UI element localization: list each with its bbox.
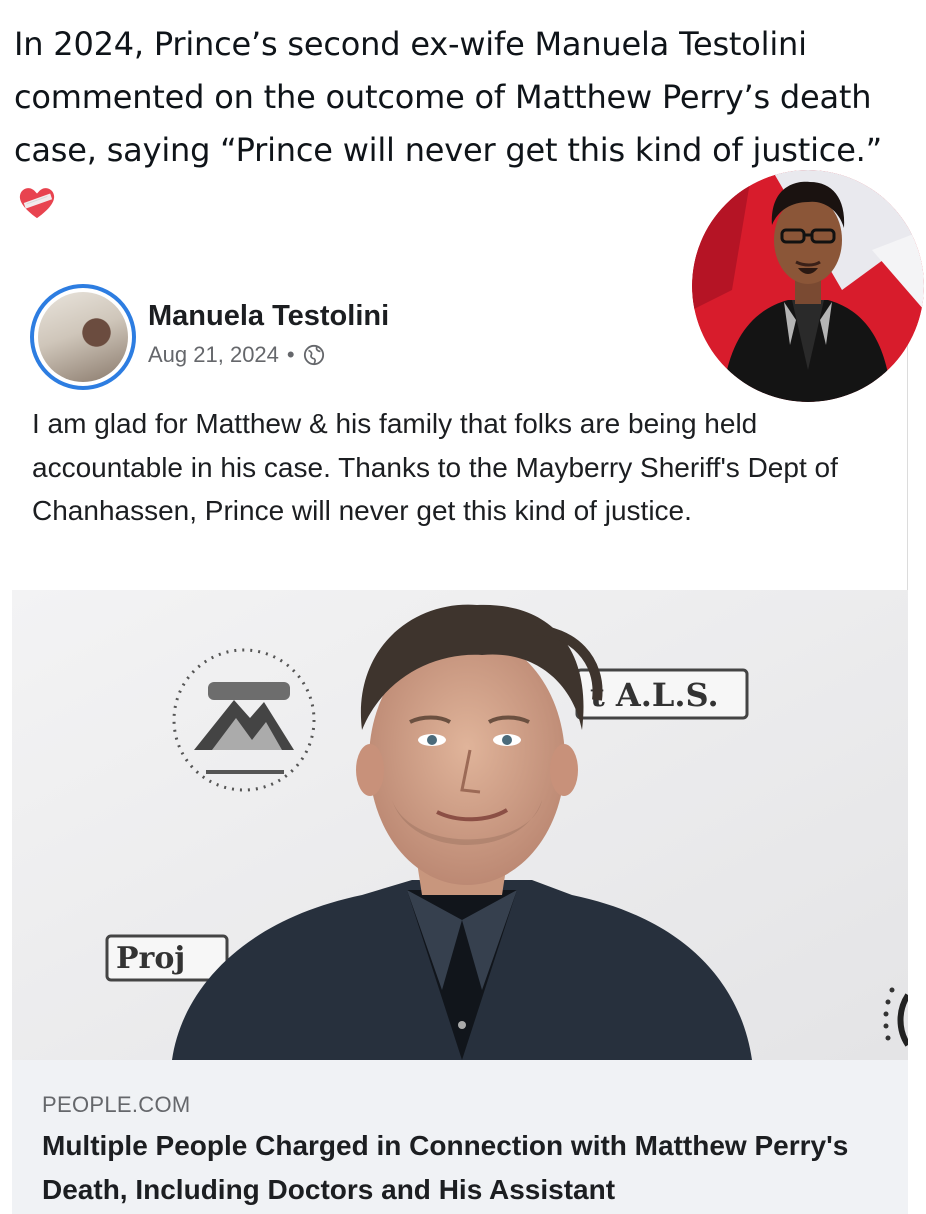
avatar[interactable] bbox=[30, 284, 136, 390]
post-date[interactable]: Aug 21, 2024 bbox=[148, 342, 279, 368]
link-preview-image[interactable]: t A.L.S. Proj bbox=[12, 590, 908, 1060]
prince-photo bbox=[692, 170, 924, 402]
post-meta: Aug 21, 2024 • bbox=[148, 342, 325, 368]
link-domain: PEOPLE.COM bbox=[42, 1092, 191, 1117]
prince-portrait bbox=[692, 170, 924, 402]
headline-text: In 2024, Prince’s second ex-wife Manuela… bbox=[14, 25, 883, 169]
meta-separator: • bbox=[286, 342, 295, 367]
poster-name[interactable]: Manuela Testolini bbox=[148, 300, 389, 333]
mending-heart-icon bbox=[19, 188, 55, 219]
backdrop-als-text: t A.L.S. bbox=[590, 676, 719, 714]
globe-icon bbox=[303, 344, 324, 366]
matthew-perry-photo: t A.L.S. Proj bbox=[12, 590, 908, 1060]
avatar-photo bbox=[38, 292, 128, 382]
link-preview-footer[interactable]: PEOPLE.COM Multiple People Charged in Co… bbox=[12, 1060, 908, 1214]
facebook-post-screenshot: Manuela Testolini Aug 21, 2024 • I am gl… bbox=[12, 260, 908, 1214]
post-body: I am glad for Matthew & his family that … bbox=[32, 408, 838, 526]
link-title[interactable]: Multiple People Charged in Connection wi… bbox=[42, 1124, 882, 1212]
backdrop-proj-text: Proj bbox=[116, 941, 185, 976]
